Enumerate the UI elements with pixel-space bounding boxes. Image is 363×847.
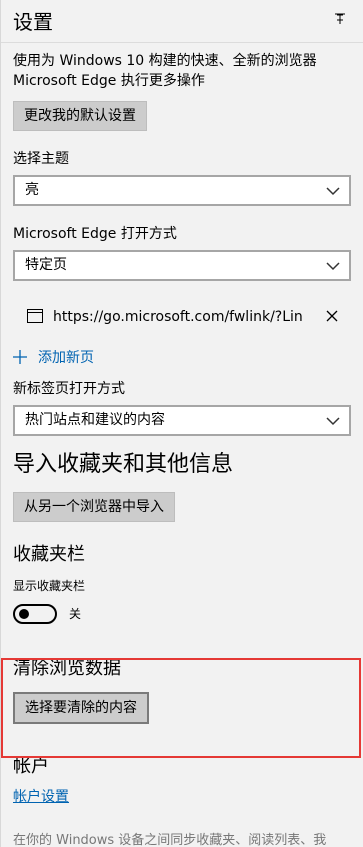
settings-header: 设置 <box>13 8 353 36</box>
import-button[interactable]: 从另一个浏览器中导入 <box>13 492 175 522</box>
clear-data-heading: 清除浏览数据 <box>13 658 121 679</box>
account-heading: 帐户 <box>13 756 49 777</box>
settings-title: 设置 <box>13 10 53 34</box>
sync-description: 在你的 Windows 设备之间同步收藏夹、阅读列表、我 <box>13 833 327 847</box>
toggle-state-label: 关 <box>69 607 82 621</box>
favorites-bar-toggle[interactable] <box>13 604 57 624</box>
settings-content: 使用为 Windows 10 构建的快速、全新的浏览器 Microsoft Ed… <box>13 51 351 847</box>
plus-icon <box>13 350 27 364</box>
open-with-label: Microsoft Edge 打开方式 <box>13 226 177 242</box>
theme-label: 选择主题 <box>13 151 69 167</box>
theme-value: 亮 <box>25 182 39 198</box>
chevron-down-icon <box>326 262 340 271</box>
toggle-knob <box>19 609 29 619</box>
favorites-bar-heading: 收藏夹栏 <box>13 544 85 565</box>
add-new-page-label: 添加新页 <box>38 350 94 366</box>
new-tab-value: 热门站点和建议的内容 <box>25 412 165 428</box>
choose-what-to-clear-button[interactable]: 选择要清除的内容 <box>13 692 149 724</box>
favorites-bar-toggle-row: 关 <box>13 602 351 626</box>
page-icon <box>27 309 43 323</box>
default-browser-line1: 使用为 Windows 10 构建的快速、全新的浏览器 <box>13 53 317 69</box>
specific-page-item[interactable]: https://go.microsoft.com/fwlink/?Link <box>13 297 351 337</box>
pin-icon[interactable] <box>333 12 347 26</box>
default-browser-line2: Microsoft Edge 执行更多操作 <box>13 73 205 89</box>
open-with-value: 特定页 <box>25 257 67 273</box>
change-default-button[interactable]: 更改我的默认设置 <box>13 101 147 131</box>
specific-page-url[interactable]: https://go.microsoft.com/fwlink/?Link <box>53 297 303 337</box>
show-favorites-label: 显示收藏夹栏 <box>13 579 86 593</box>
import-heading: 导入收藏夹和其他信息 <box>13 452 234 477</box>
new-tab-select[interactable]: 热门站点和建议的内容 <box>13 405 351 436</box>
settings-panel: 设置 使用为 Windows 10 构建的快速、全新的浏览器 Microsoft… <box>0 0 363 847</box>
open-with-select[interactable]: 特定页 <box>13 250 351 281</box>
new-tab-label: 新标签页打开方式 <box>13 381 125 397</box>
theme-select[interactable]: 亮 <box>13 175 351 206</box>
header-separator <box>1 42 363 43</box>
close-icon[interactable] <box>325 309 339 323</box>
chevron-down-icon <box>326 417 340 426</box>
account-settings-link[interactable]: 帐户设置 <box>13 787 69 807</box>
default-browser-description: 使用为 Windows 10 构建的快速、全新的浏览器 Microsoft Ed… <box>13 51 351 91</box>
add-new-page-button[interactable]: 添加新页 <box>13 343 351 373</box>
chevron-down-icon <box>326 187 340 196</box>
